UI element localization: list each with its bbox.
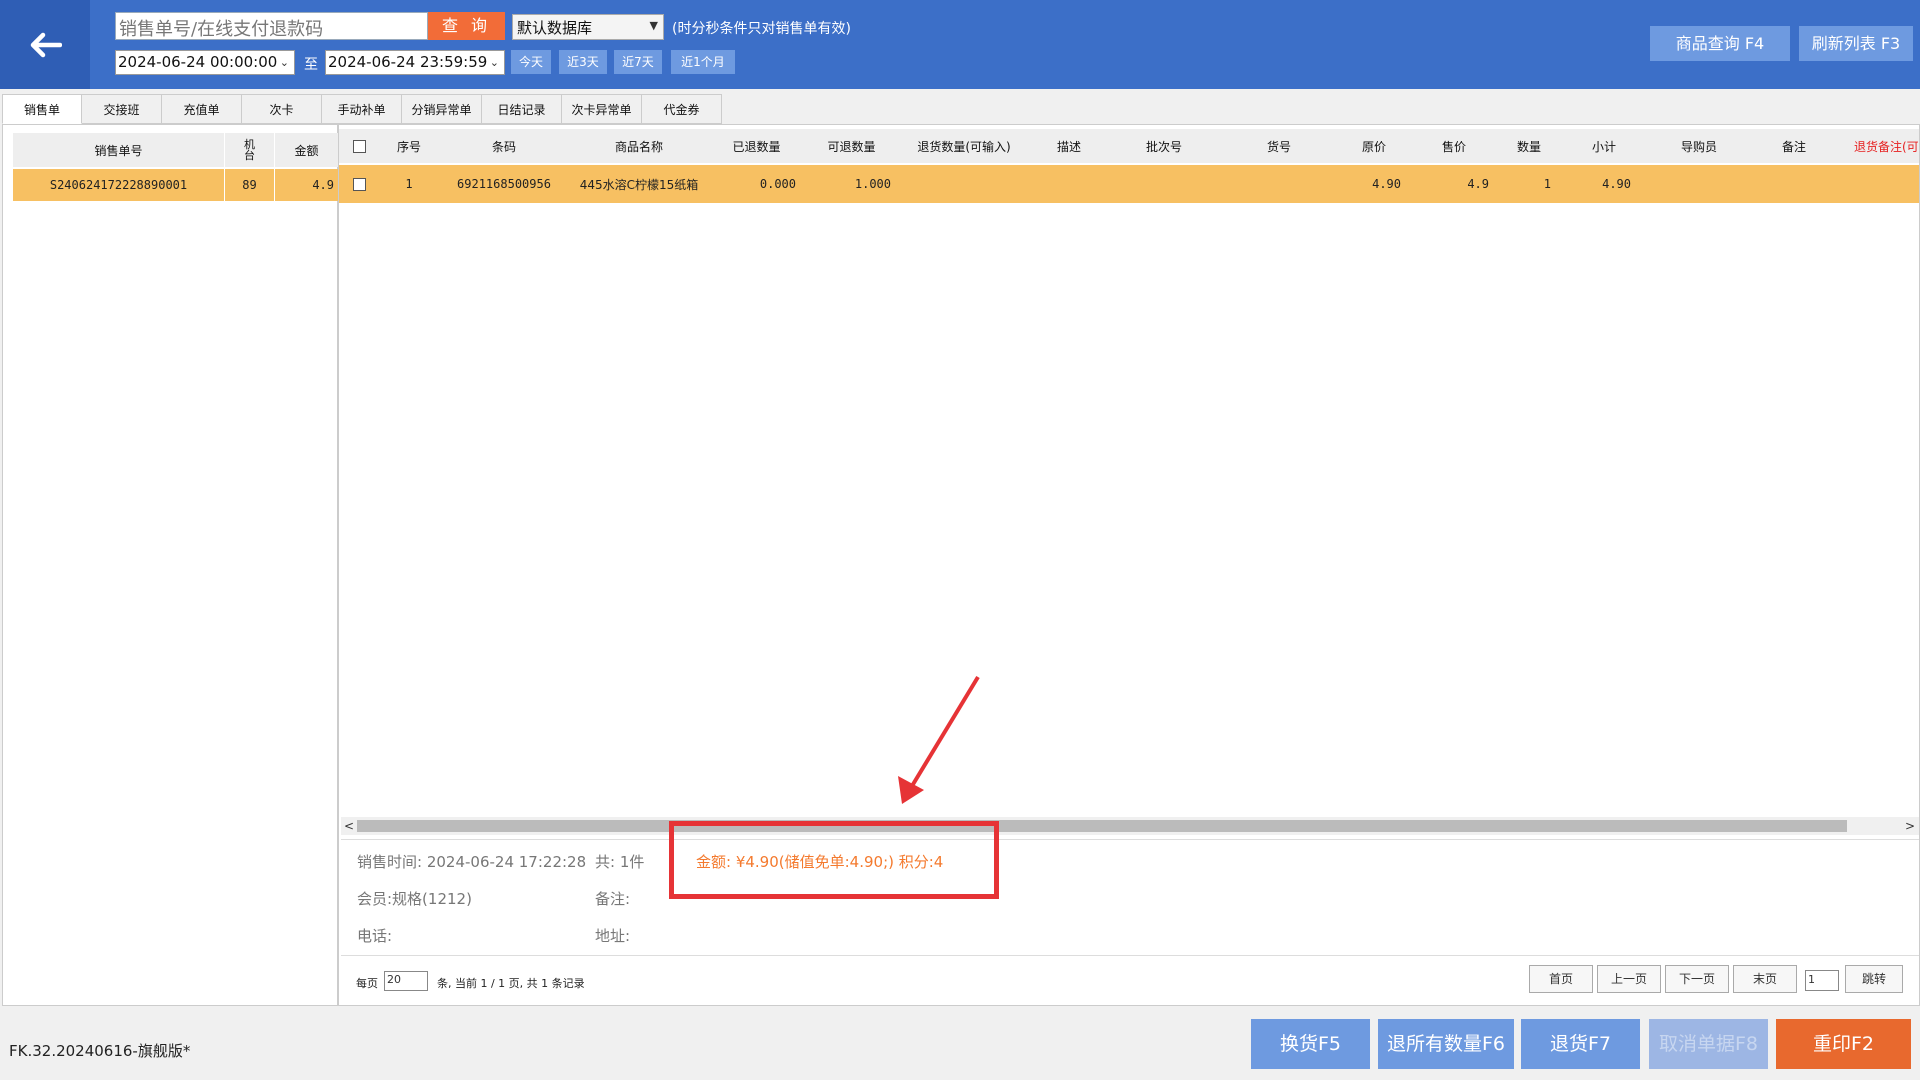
- column-header: 导购员: [1680, 139, 1717, 154]
- per-page-input[interactable]: 20: [384, 971, 428, 991]
- column-header: 货号: [1266, 139, 1291, 154]
- first-page-button[interactable]: 首页: [1529, 965, 1593, 993]
- back-button[interactable]: [0, 0, 90, 89]
- item-quantity: 1: [1543, 177, 1551, 191]
- exchange-button[interactable]: 换货F5: [1251, 1019, 1370, 1069]
- end-date-picker[interactable]: 2024-06-24 23:59:59 ⌄: [325, 50, 505, 75]
- start-date-value: 2024-06-24 00:00:00: [118, 53, 278, 71]
- column-header: 已退数量: [732, 139, 781, 154]
- item-returnable-qty: 1.000: [854, 177, 891, 191]
- sales-order-list: 销售单号 机台 金额 S240624172228890001 89 4.9: [2, 124, 338, 1006]
- address-info: 地址:: [595, 927, 631, 945]
- today-button[interactable]: 今天: [511, 50, 551, 74]
- last-month-button[interactable]: 近1个月: [671, 50, 735, 74]
- column-header: 批次号: [1145, 139, 1182, 154]
- end-date-value: 2024-06-24 23:59:59: [328, 53, 488, 71]
- column-header: 原价: [1361, 139, 1386, 154]
- last-page-button[interactable]: 末页: [1733, 965, 1797, 993]
- version-label: FK.32.20240616-旗舰版*: [9, 1042, 191, 1060]
- item-seq: 1: [405, 177, 413, 191]
- annotation-highlight-box: [669, 821, 999, 899]
- tab-recharge-order[interactable]: 充值单: [162, 94, 242, 124]
- item-total: 共: 1件: [595, 853, 645, 871]
- column-header: 描述: [1056, 139, 1081, 154]
- tab-sales-order[interactable]: 销售单: [2, 94, 82, 124]
- item-returned-qty: 0.000: [759, 177, 796, 191]
- item-barcode: 6921168500956: [457, 177, 551, 191]
- tab-times-card[interactable]: 次卡: [242, 94, 322, 124]
- tab-distribution-exception[interactable]: 分销异常单: [402, 94, 482, 124]
- start-date-picker[interactable]: 2024-06-24 00:00:00 ⌄: [115, 50, 295, 75]
- item-subtotal: 4.90: [1602, 177, 1631, 191]
- column-header: 商品名称: [614, 139, 663, 154]
- top-toolbar: 销售单号/在线支付退款码 查 询 默认数据库 ▼ (时分秒条件只对销售单有效) …: [0, 0, 1920, 89]
- tab-daily-settlement[interactable]: 日结记录: [482, 94, 562, 124]
- horizontal-scrollbar[interactable]: < >: [341, 817, 1919, 835]
- chevron-down-icon: ⌄: [279, 56, 289, 69]
- item-original-price: 4.90: [1372, 177, 1401, 191]
- column-header: 备注: [1781, 139, 1806, 154]
- column-header: 数量: [1516, 139, 1541, 154]
- query-button[interactable]: 查 询: [428, 12, 505, 40]
- chevron-left-icon[interactable]: <: [344, 817, 354, 835]
- select-all-checkbox[interactable]: [339, 129, 379, 163]
- item-table-header: 序号 条码 商品名称 已退数量 可退数量 退货数量(可输入) 描述 批次号 货号…: [339, 129, 1919, 163]
- divider: [341, 839, 1919, 840]
- column-header: 退货数量(可输入): [917, 139, 1011, 154]
- last-3-days-button[interactable]: 近3天: [559, 50, 607, 74]
- sales-order-table-header: 销售单号 机台 金额: [13, 133, 338, 167]
- column-header: 退货备注(可: [1854, 139, 1919, 154]
- tab-shift-handover[interactable]: 交接班: [82, 94, 162, 124]
- phone-info: 电话:: [357, 927, 393, 945]
- database-select[interactable]: 默认数据库 ▼: [512, 14, 664, 40]
- divider: [341, 955, 1919, 956]
- order-number: S240624172228890001: [13, 169, 225, 201]
- per-page-label: 每页: [356, 977, 378, 990]
- date-range-separator: 至: [304, 57, 318, 73]
- column-header: 机台: [225, 133, 275, 167]
- time-condition-note: (时分秒条件只对销售单有效): [672, 21, 851, 37]
- table-row[interactable]: 1 6921168500956 445水溶C柠檬15纸箱 0.000 1.000…: [339, 165, 1919, 203]
- chevron-down-icon: ⌄: [489, 56, 499, 69]
- member-info: 会员:规格(1212): [357, 890, 472, 908]
- column-header: 序号: [396, 139, 421, 154]
- tab-voucher[interactable]: 代金券: [642, 94, 722, 124]
- search-input[interactable]: 销售单号/在线支付退款码: [115, 12, 428, 40]
- column-header: 条码: [491, 139, 516, 154]
- item-price: 4.9: [1467, 177, 1489, 191]
- remark-info: 备注:: [595, 890, 631, 908]
- scrollbar-thumb[interactable]: [357, 820, 1847, 832]
- return-button[interactable]: 退货F7: [1521, 1019, 1640, 1069]
- cancel-order-button[interactable]: 取消单据F8: [1649, 1019, 1768, 1069]
- arrow-left-icon: [30, 32, 62, 57]
- page-number-input[interactable]: 1: [1805, 970, 1839, 991]
- chevron-down-icon: ▼: [649, 19, 658, 32]
- order-item-panel: 序号 条码 商品名称 已退数量 可退数量 退货数量(可输入) 描述 批次号 货号…: [338, 124, 1920, 1006]
- prev-page-button[interactable]: 上一页: [1597, 965, 1661, 993]
- table-row[interactable]: S240624172228890001 89 4.9: [13, 169, 338, 201]
- order-amount: 4.9: [312, 178, 334, 192]
- jump-page-button[interactable]: 跳转: [1845, 965, 1903, 993]
- product-query-button[interactable]: 商品查询 F4: [1650, 26, 1790, 61]
- chevron-right-icon[interactable]: >: [1905, 817, 1915, 835]
- column-header: 销售单号: [13, 133, 225, 167]
- tab-manual-order[interactable]: 手动补单: [322, 94, 402, 124]
- tab-bar: 销售单 交接班 充值单 次卡 手动补单 分销异常单 日结记录 次卡异常单 代金券: [2, 94, 722, 124]
- row-checkbox[interactable]: [339, 165, 379, 203]
- refresh-list-button[interactable]: 刷新列表 F3: [1799, 26, 1913, 61]
- item-name: 445水溶C柠檬15纸箱: [579, 177, 699, 192]
- reprint-button[interactable]: 重印F2: [1776, 1019, 1911, 1069]
- page-summary: 条, 当前 1 / 1 页, 共 1 条记录: [437, 977, 585, 990]
- column-header: 可退数量: [827, 139, 876, 154]
- next-page-button[interactable]: 下一页: [1665, 965, 1729, 993]
- last-7-days-button[interactable]: 近7天: [614, 50, 662, 74]
- database-select-value: 默认数据库: [517, 19, 593, 37]
- tab-times-card-exception[interactable]: 次卡异常单: [562, 94, 642, 124]
- column-header: 小计: [1591, 139, 1616, 154]
- order-machine: 89: [225, 169, 275, 201]
- column-header: 售价: [1441, 139, 1466, 154]
- sale-time: 销售时间: 2024-06-24 17:22:28: [357, 853, 587, 871]
- return-all-button[interactable]: 退所有数量F6: [1378, 1019, 1514, 1069]
- column-header: 金额: [294, 143, 319, 158]
